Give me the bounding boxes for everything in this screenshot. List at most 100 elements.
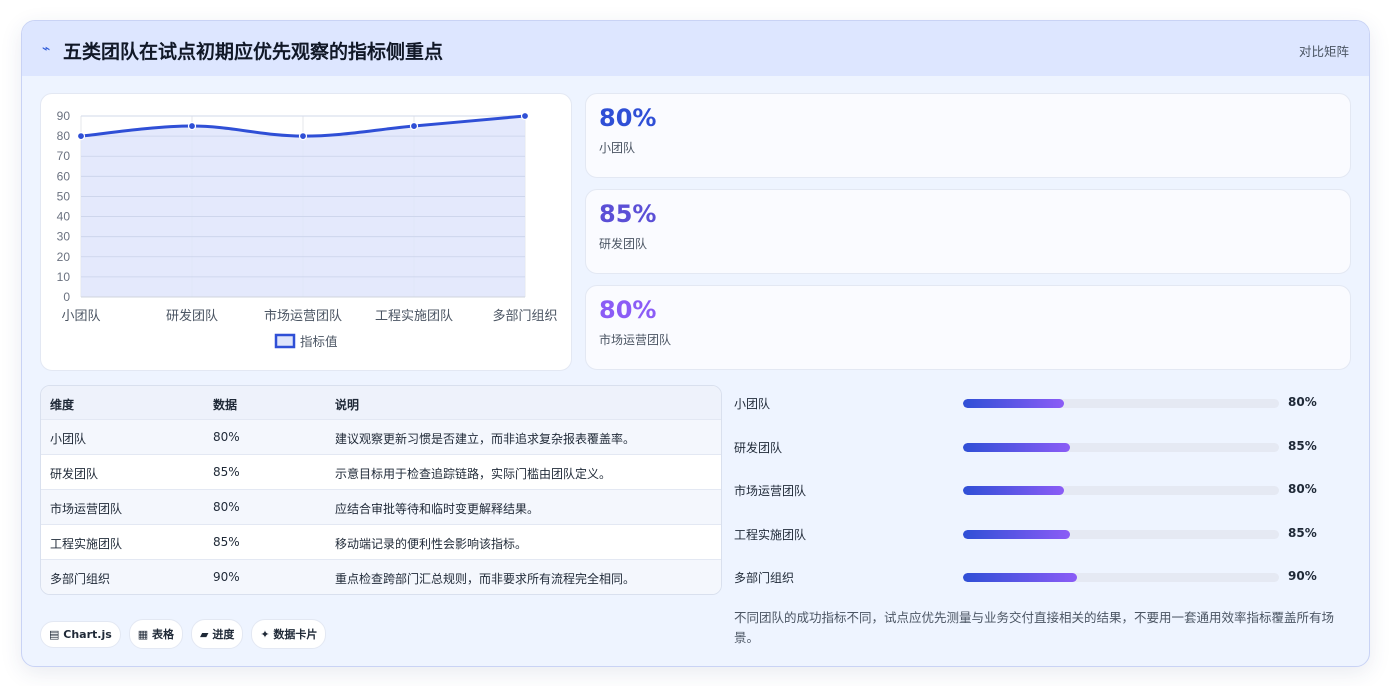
progress-icon: ▰	[200, 628, 209, 641]
page-title: 五类团队在试点初期应优先观察的指标侧重点	[63, 41, 444, 63]
tag-pill-table[interactable]: ▦ 表格	[128, 619, 184, 649]
progress-value: 90%	[1288, 569, 1317, 583]
area-chart: 0 10 20 30 40 50 60 70 80 90 小团队 研发团队 市场运营团队 工程实施团队 多部…	[40, 93, 572, 371]
table-cell: 市场运营团队	[50, 502, 123, 516]
progress-row: 多部门组织 90%	[734, 567, 1349, 587]
tag-pill-chartjs[interactable]: ▤ Chart.js	[40, 621, 121, 648]
data-point	[298, 132, 308, 141]
card-header: ⌁ 五类团队在试点初期应优先观察的指标侧重点 对比矩阵	[22, 21, 1369, 76]
progress-label: 市场运营团队	[734, 484, 807, 498]
table-cell: 多部门组织	[50, 572, 111, 586]
progress-row: 小团队 80%	[734, 393, 1349, 413]
table-row: 研发团队 85% 示意目标用于检查追踪链路，实际门槛由团队定义。	[41, 454, 721, 490]
progress-fill	[963, 399, 1065, 408]
kpi-card-1: 80% 小团队	[585, 93, 1351, 178]
pill-label: 表格	[152, 628, 175, 641]
progress-value: 80%	[1288, 395, 1317, 409]
progress-fill	[963, 530, 1071, 539]
table-cell: 80%	[213, 430, 240, 444]
progress-label: 多部门组织	[734, 571, 795, 585]
y-tick-label: 70	[57, 149, 71, 163]
table-cell: 应结合审批等待和临时变更解释结果。	[335, 502, 540, 516]
table-cell: 移动端记录的便利性会影响该指标。	[335, 537, 528, 551]
kpi-value: 80%	[599, 104, 657, 132]
table-row: 市场运营团队 80% 应结合审批等待和临时变更解释结果。	[41, 489, 721, 525]
tag-pill-data-card[interactable]: ✦ 数据卡片	[251, 619, 327, 649]
table-header-row: 维度 数据 说明	[41, 386, 721, 420]
table-row: 小团队 80% 建议观察更新习惯是否建立，而非追求复杂报表覆盖率。	[41, 419, 721, 455]
progress-value: 80%	[1288, 482, 1317, 496]
y-tick-label: 90	[57, 109, 71, 123]
progress-track	[963, 573, 1279, 582]
legend-swatch	[274, 333, 296, 349]
progress-track	[963, 399, 1279, 408]
x-tick-label: 工程实施团队	[375, 308, 453, 323]
table-cell: 80%	[213, 500, 240, 514]
table-header-cell: 说明	[335, 398, 360, 412]
data-point	[409, 121, 419, 131]
y-tick-label: 30	[57, 230, 71, 244]
progress-fill	[963, 443, 1071, 452]
table-cell: 90%	[213, 570, 240, 584]
data-table: 维度 数据 说明 小团队 80% 建议观察更新习惯是否建立，而非追求复杂报表覆盖…	[40, 385, 722, 595]
pill-label: Chart.js	[63, 628, 112, 641]
progress-track	[963, 486, 1279, 495]
data-point	[76, 132, 86, 141]
data-point	[187, 121, 197, 131]
table-cell: 小团队	[50, 432, 87, 446]
table-row: 多部门组织 90% 重点检查跨部门汇总规则，而非要求所有流程完全相同。	[41, 559, 721, 594]
y-tick-label: 20	[57, 250, 71, 264]
progress-track	[963, 530, 1279, 539]
progress-row: 研发团队 85%	[734, 437, 1349, 457]
tag-pill-progress[interactable]: ▰ 进度	[191, 619, 244, 649]
x-tick-label: 市场运营团队	[264, 308, 342, 323]
y-tick-label: 0	[63, 290, 70, 304]
progress-track	[963, 443, 1279, 452]
progress-label: 小团队	[734, 397, 771, 411]
progress-row: 工程实施团队 85%	[734, 524, 1349, 544]
table-cell: 85%	[213, 465, 240, 479]
y-tick-label: 80	[57, 129, 71, 143]
table-cell: 85%	[213, 535, 240, 549]
x-tick-label: 多部门组织	[492, 308, 557, 323]
progress-row: 市场运营团队 80%	[734, 480, 1349, 500]
y-tick-label: 10	[57, 270, 71, 284]
progress-fill	[963, 486, 1065, 495]
chart-svg: 0 10 20 30 40 50 60 70 80 90 小团队 研发团队 市场运营团队 工程实施团队 多部…	[57, 109, 558, 349]
table-icon: ▦	[137, 628, 149, 641]
x-tick-label: 小团队	[61, 308, 100, 323]
table-cell: 研发团队	[50, 467, 99, 481]
table-cell: 示意目标用于检查追踪链路，实际门槛由团队定义。	[335, 467, 612, 481]
y-tick-label: 40	[57, 210, 71, 224]
chart-icon: ▤	[49, 628, 60, 641]
table-cell: 重点检查跨部门汇总规则，而非要求所有流程完全相同。	[335, 572, 636, 586]
x-tick-label: 研发团队	[166, 308, 218, 323]
progress-label: 研发团队	[734, 441, 783, 455]
progress-value: 85%	[1288, 526, 1317, 540]
kpi-label: 研发团队	[599, 237, 648, 251]
pill-label: 进度	[212, 628, 235, 641]
table-cell: 工程实施团队	[50, 537, 123, 551]
mode-label: 对比矩阵	[1298, 44, 1349, 59]
summary-note: 不同团队的成功指标不同，试点应优先测量与业务交付直接相关的结果，不要用一套通用效…	[734, 610, 1335, 645]
table-header-cell: 维度	[50, 398, 75, 412]
y-tick-label: 50	[57, 189, 71, 203]
table-cell: 建议观察更新习惯是否建立，而非追求复杂报表覆盖率。	[335, 432, 636, 446]
dashboard-card: ⌁ 五类团队在试点初期应优先观察的指标侧重点 对比矩阵 0 10 20 30 40 50 6…	[21, 20, 1370, 667]
progress-label: 工程实施团队	[734, 528, 807, 542]
kpi-label: 市场运营团队	[599, 333, 672, 347]
series-area	[81, 116, 525, 297]
kpi-card-2: 85% 研发团队	[585, 189, 1351, 274]
tag-pills: ▤ Chart.js ▦ 表格 ▰ 进度 ✦ 数据卡片	[40, 619, 334, 649]
progress-value: 85%	[1288, 439, 1317, 453]
sparkle-icon: ✦	[260, 628, 270, 641]
table-row: 工程实施团队 85% 移动端记录的便利性会影响该指标。	[41, 524, 721, 560]
data-point	[520, 111, 530, 121]
kpi-label: 小团队	[599, 141, 636, 155]
table-header-cell: 数据	[213, 398, 238, 412]
legend-label: 指标值	[300, 334, 338, 349]
pulse-icon: ⌁	[42, 41, 51, 57]
y-tick-label: 60	[57, 169, 71, 183]
kpi-value: 85%	[599, 200, 657, 228]
kpi-card-3: 80% 市场运营团队	[585, 285, 1351, 370]
